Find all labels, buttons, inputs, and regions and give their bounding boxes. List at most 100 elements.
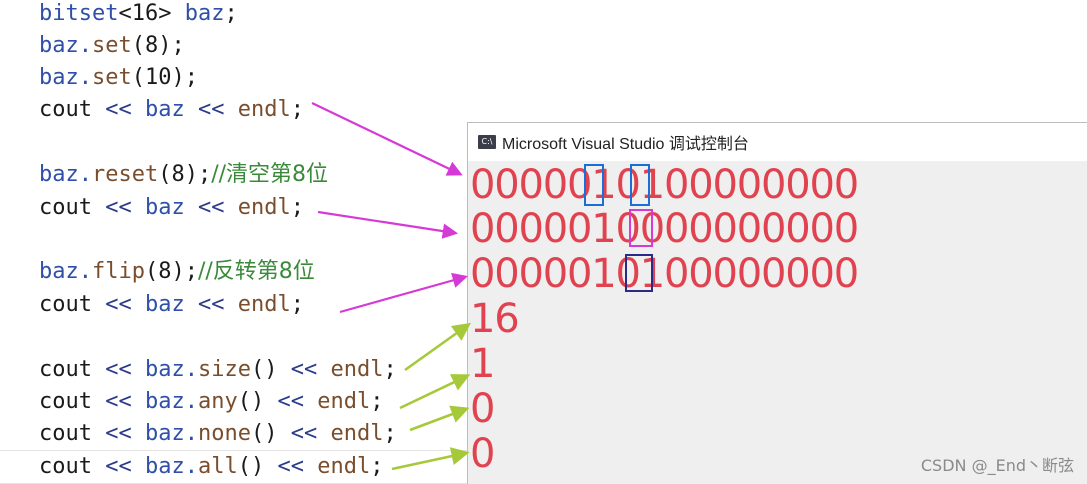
code-token: ; [224,1,238,26]
console-output-line: 0 [470,386,495,432]
code-token: << [197,195,238,220]
console-window[interactable]: C:\ Microsoft Visual Studio 调试控制台 000001… [467,122,1087,484]
code-token: << [105,357,145,382]
code-token: //反转第8位 [197,259,315,284]
console-app-icon: C:\ [478,135,496,149]
code-token: (8); [131,33,185,58]
code-token: endl [237,195,291,220]
code-token: () [237,389,278,414]
arrow-magenta [339,272,468,314]
code-token: << [105,292,145,317]
code-token: (10); [131,65,198,90]
code-token: (8); [144,259,198,284]
code-token: baz. [39,33,92,58]
code-token: (8); [158,162,212,187]
code-token: cout [39,97,106,122]
console-output-line: 1 [470,341,495,387]
code-line: bitset<16> baz; [39,1,238,27]
code-token: baz [144,292,198,317]
code-line: cout << baz << endl; [39,292,304,318]
code-token: //清空第8位 [211,162,329,187]
code-token: endl [317,389,371,414]
code-token: ; [290,195,304,220]
code-token: cout [39,357,106,382]
code-line: cout << baz.none() << endl; [39,421,397,447]
code-token: () [237,454,278,479]
arrow-green [409,405,470,432]
code-token: ; [370,389,384,414]
code-token: baz [144,195,198,220]
code-token: << [277,389,318,414]
arrow-magenta [311,102,463,176]
code-token: ; [383,421,397,446]
code-line: baz.flip(8);//反转第8位 [39,259,315,285]
code-token: baz. [39,259,92,284]
code-token: << [105,195,145,220]
code-token: << [277,454,318,479]
code-token: baz. [144,454,198,479]
console-title: Microsoft Visual Studio 调试控制台 [502,136,749,153]
arrow-green [399,374,471,410]
code-token: <16> [118,1,185,26]
code-token: endl [237,292,291,317]
code-token: endl [237,97,291,122]
code-token: baz [144,97,198,122]
code-line: baz.set(10); [39,65,198,91]
code-line: cout << baz << endl; [39,195,304,221]
code-token: baz [184,1,225,26]
code-line: cout << baz << endl; [39,97,304,123]
code-token: set [91,65,132,90]
code-token: cout [39,421,106,446]
code-token: endl [317,454,371,479]
code-token: cout [39,195,106,220]
code-token: endl [330,421,384,446]
code-token: () [250,357,291,382]
code-token: << [197,97,238,122]
bit-highlight-box [629,209,653,247]
code-token: flip [91,259,145,284]
code-line: cout << baz.all() << endl; [39,454,383,480]
code-token: cout [39,389,106,414]
console-output-line: 0 [470,431,495,477]
code-token: << [105,454,145,479]
console-output-line: 16 [470,296,520,342]
code-token: reset [91,162,159,187]
code-token: baz. [144,389,198,414]
console-output-line: 0000010100000000 [470,251,859,297]
code-token: bitset [39,1,119,26]
code-line: cout << baz.size() << endl; [39,357,397,383]
arrow-green [404,322,471,372]
code-token: cout [39,454,106,479]
code-token: none [197,421,251,446]
code-token: ; [383,357,397,382]
code-token: << [105,97,145,122]
code-token: endl [330,357,384,382]
code-token: baz. [144,421,198,446]
code-token: << [197,292,238,317]
bit-highlight-box [625,254,653,292]
bit-highlight-box [584,164,604,206]
code-token: cout [39,292,106,317]
console-titlebar[interactable]: C:\ Microsoft Visual Studio 调试控制台 [468,123,1087,161]
code-token: ; [290,292,304,317]
code-token: baz. [144,357,198,382]
code-token: << [105,389,145,414]
code-token: baz. [39,65,92,90]
code-line: baz.reset(8);//清空第8位 [39,162,328,188]
console-output-line: 0000010000000000 [470,206,859,252]
code-token: << [290,421,331,446]
code-token: ; [370,454,384,479]
arrow-magenta [317,210,459,239]
console-output-line: 0000010100000000 [470,162,859,208]
code-line: baz.set(8); [39,33,185,59]
code-token: << [105,421,145,446]
bit-highlight-box [630,164,650,206]
code-token: any [197,389,238,414]
code-token: all [197,454,238,479]
code-token: () [250,421,291,446]
code-token: ; [290,97,304,122]
code-token: baz. [39,162,92,187]
code-token: size [197,357,251,382]
code-token: set [91,33,132,58]
watermark: CSDN @_End丶断弦 [920,456,1074,475]
